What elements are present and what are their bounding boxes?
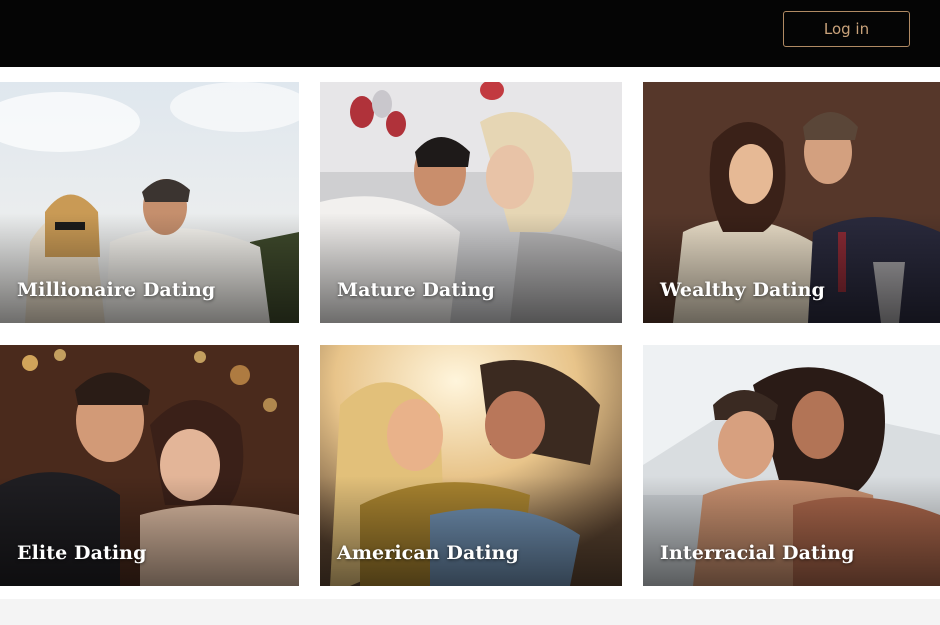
category-card-elite[interactable]: Elite Dating	[0, 345, 299, 586]
category-label: Interracial Dating	[660, 542, 855, 564]
category-card-american[interactable]: American Dating	[320, 345, 622, 586]
category-card-mature[interactable]: Mature Dating	[320, 82, 622, 323]
category-label: Mature Dating	[337, 279, 495, 301]
page-footer-strip	[0, 599, 940, 625]
category-label: American Dating	[337, 542, 519, 564]
category-card-wealthy[interactable]: Wealthy Dating	[643, 82, 940, 323]
category-label: Millionaire Dating	[17, 279, 216, 301]
category-card-millionaire[interactable]: Millionaire Dating	[0, 82, 299, 323]
dating-category-grid: Millionaire Dating Mature Dating Wealthy…	[0, 0, 940, 600]
category-label: Elite Dating	[17, 542, 147, 564]
category-label: Wealthy Dating	[660, 279, 825, 301]
category-card-interracial[interactable]: Interracial Dating	[643, 345, 940, 586]
